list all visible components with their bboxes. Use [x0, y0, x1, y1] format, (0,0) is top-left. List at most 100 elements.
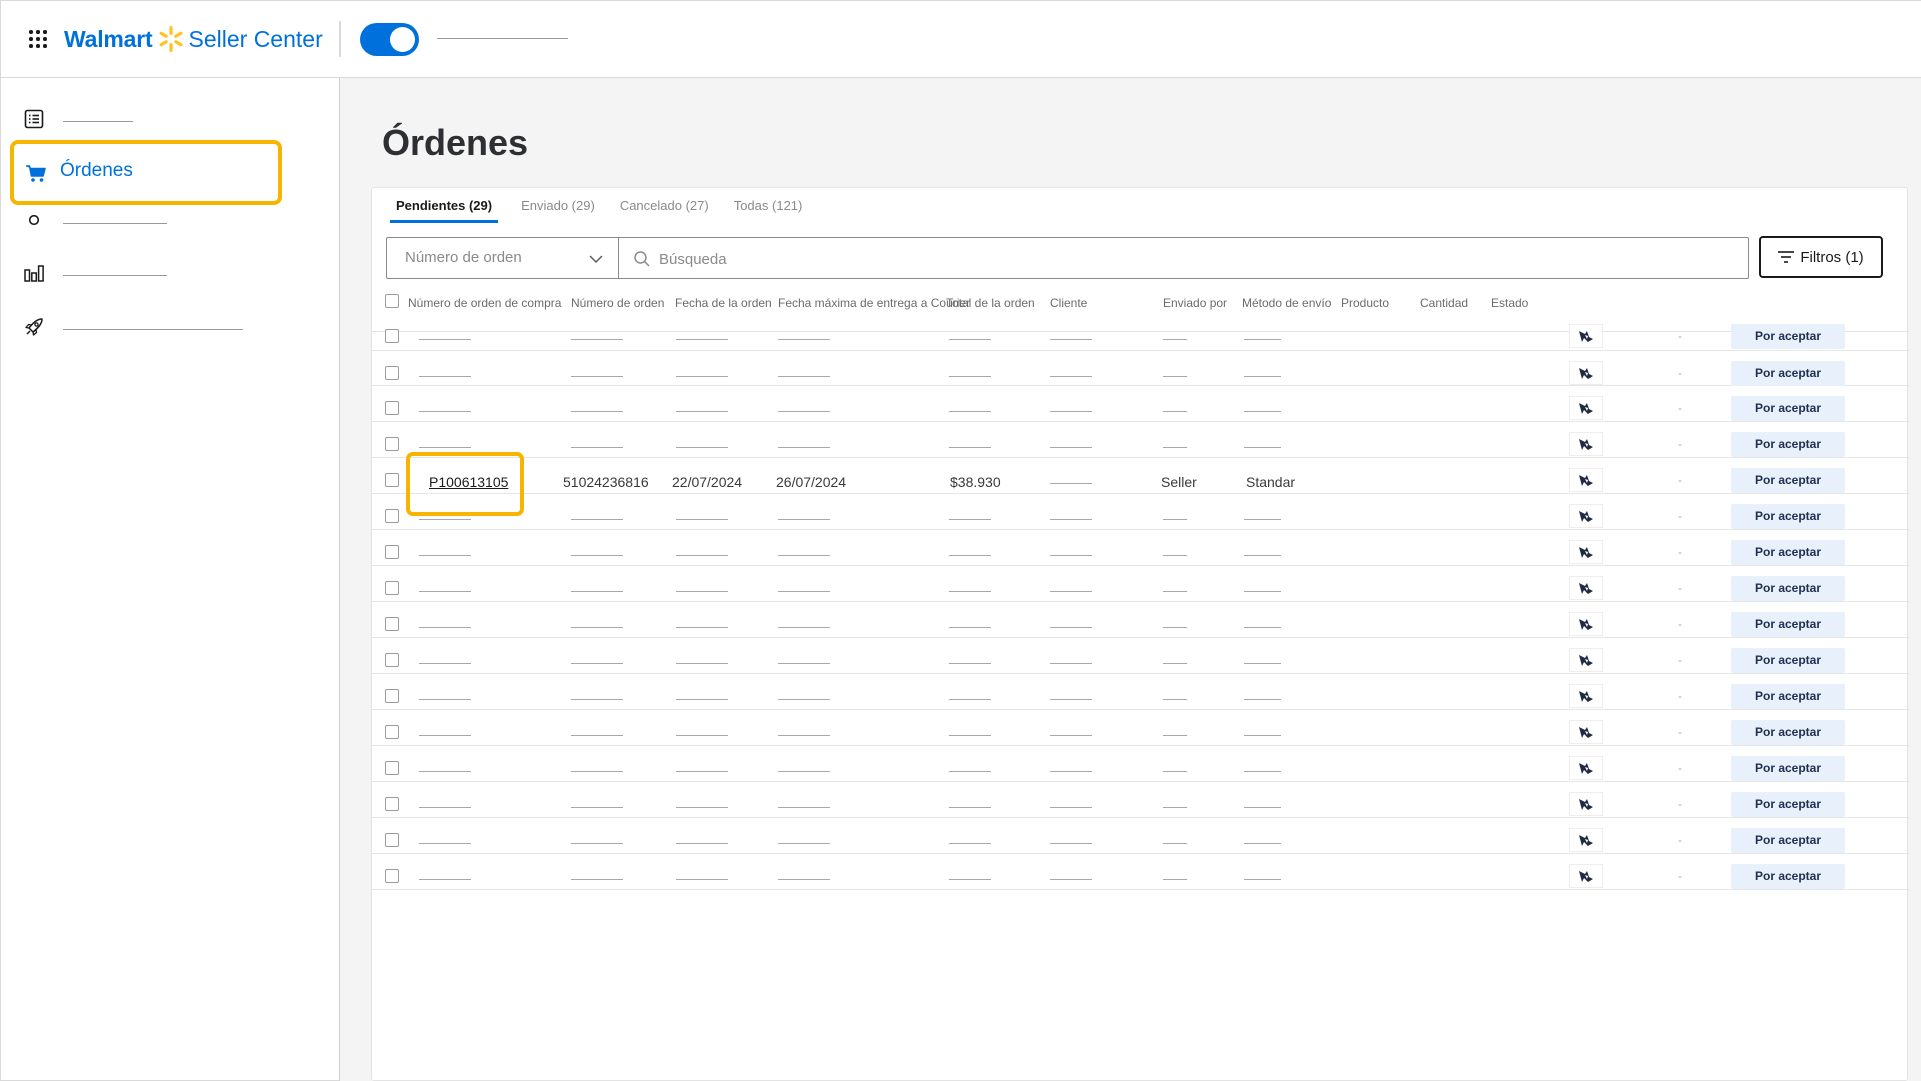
- product-thumbnail[interactable]: [1569, 864, 1603, 888]
- row-checkbox[interactable]: [385, 869, 399, 883]
- table-row[interactable]: - Por aceptar: [372, 351, 1909, 386]
- status-badge[interactable]: Por aceptar: [1731, 396, 1845, 421]
- cell-placeholder: [778, 663, 830, 664]
- product-image-icon: [1579, 511, 1593, 522]
- select-all-checkbox[interactable]: [385, 294, 399, 308]
- table-row[interactable]: - Por aceptar: [372, 566, 1909, 602]
- table-row[interactable]: - Por aceptar: [372, 746, 1909, 782]
- table-row[interactable]: - Por aceptar: [372, 422, 1909, 458]
- sidebar-item-ordenes[interactable]: Órdenes: [1, 149, 331, 195]
- product-thumbnail[interactable]: [1569, 828, 1603, 852]
- row-checkbox[interactable]: [385, 437, 399, 451]
- product-thumbnail[interactable]: [1569, 684, 1603, 708]
- row-checkbox[interactable]: [385, 509, 399, 523]
- table-row[interactable]: - Por aceptar: [372, 530, 1909, 566]
- filters-button[interactable]: Filtros (1): [1759, 236, 1883, 278]
- row-checkbox[interactable]: [385, 761, 399, 775]
- product-thumbnail[interactable]: [1569, 324, 1603, 348]
- sidebar-item-growth[interactable]: [1, 304, 331, 350]
- tab-enviado[interactable]: Enviado (29): [519, 198, 597, 223]
- product-thumbnail[interactable]: [1569, 432, 1603, 456]
- status-badge[interactable]: Por aceptar: [1731, 432, 1845, 457]
- tab-pendientes[interactable]: Pendientes (29): [390, 198, 499, 223]
- table-row[interactable]: - Por aceptar: [372, 602, 1909, 638]
- status-badge[interactable]: Por aceptar: [1731, 504, 1845, 529]
- brand-logo[interactable]: Walmart Seller Center: [64, 22, 323, 56]
- status-badge[interactable]: Por aceptar: [1731, 720, 1845, 745]
- po-number-link[interactable]: P100613105: [429, 474, 508, 490]
- row-checkbox[interactable]: [385, 617, 399, 631]
- brand-seller-center-text: Seller Center: [188, 25, 323, 52]
- product-thumbnail[interactable]: [1569, 504, 1603, 528]
- tab-todas[interactable]: Todas (121): [732, 198, 805, 223]
- column-header[interactable]: Cantidad: [1420, 296, 1468, 310]
- mode-toggle[interactable]: [360, 23, 419, 56]
- table-row[interactable]: - Por aceptar: [372, 710, 1909, 746]
- status-badge[interactable]: Por aceptar: [1731, 576, 1845, 601]
- product-thumbnail[interactable]: [1569, 540, 1603, 564]
- row-checkbox[interactable]: [385, 797, 399, 811]
- status-badge[interactable]: Por aceptar: [1731, 684, 1845, 709]
- search-input[interactable]: [659, 246, 1739, 272]
- column-header[interactable]: Producto: [1341, 296, 1389, 310]
- product-thumbnail[interactable]: [1569, 648, 1603, 672]
- table-row[interactable]: - Por aceptar: [372, 854, 1909, 890]
- table-row[interactable]: - Por aceptar: [372, 782, 1909, 818]
- column-header[interactable]: Estado: [1491, 296, 1528, 310]
- status-badge[interactable]: Por aceptar: [1731, 756, 1845, 781]
- status-badge[interactable]: Por aceptar: [1731, 864, 1845, 889]
- cell-placeholder: [949, 376, 991, 377]
- table-row[interactable]: - Por aceptar: [372, 638, 1909, 674]
- product-thumbnail[interactable]: [1569, 720, 1603, 744]
- column-header[interactable]: Total de la orden: [946, 296, 1035, 310]
- row-checkbox[interactable]: [385, 401, 399, 415]
- column-header[interactable]: Número de orden: [571, 296, 664, 310]
- table-row[interactable]: - Por aceptar: [372, 386, 1909, 422]
- status-badge[interactable]: Por aceptar: [1731, 540, 1845, 565]
- product-thumbnail[interactable]: [1569, 756, 1603, 780]
- product-thumbnail[interactable]: [1569, 361, 1603, 385]
- row-checkbox[interactable]: [385, 473, 399, 487]
- product-thumbnail[interactable]: [1569, 792, 1603, 816]
- status-badge[interactable]: Por aceptar: [1731, 361, 1845, 386]
- row-checkbox[interactable]: [385, 725, 399, 739]
- status-badge[interactable]: Por aceptar: [1731, 792, 1845, 817]
- table-row[interactable]: - Por aceptar: [372, 494, 1909, 530]
- column-header[interactable]: Fecha máxima de entrega a Courier: [778, 296, 970, 310]
- table-row[interactable]: - Por aceptar: [372, 314, 1909, 351]
- status-badge[interactable]: Por aceptar: [1731, 324, 1845, 349]
- product-thumbnail[interactable]: [1569, 576, 1603, 600]
- row-checkbox[interactable]: [385, 653, 399, 667]
- table-row[interactable]: - Por aceptar: [372, 818, 1909, 854]
- row-checkbox[interactable]: [385, 366, 399, 380]
- product-thumbnail[interactable]: [1569, 612, 1603, 636]
- sidebar-item-analytics[interactable]: [1, 250, 331, 296]
- row-checkbox[interactable]: [385, 581, 399, 595]
- row-checkbox[interactable]: [385, 833, 399, 847]
- cell-placeholder: [676, 591, 728, 592]
- table-row[interactable]: - Por aceptar: [372, 674, 1909, 710]
- cell-placeholder: [1163, 699, 1187, 700]
- column-header[interactable]: Método de envío: [1242, 296, 1331, 310]
- sidebar-item-circle[interactable]: [1, 198, 331, 244]
- status-badge[interactable]: Por aceptar: [1731, 612, 1845, 637]
- search-field-select[interactable]: Número de orden: [386, 237, 618, 279]
- column-header[interactable]: Cliente: [1050, 296, 1087, 310]
- status-badge[interactable]: Por aceptar: [1731, 648, 1845, 673]
- cell-placeholder: [419, 807, 471, 808]
- row-checkbox[interactable]: [385, 689, 399, 703]
- sidebar-item-list[interactable]: [1, 96, 331, 142]
- status-badge[interactable]: Por aceptar: [1731, 828, 1845, 853]
- status-badge[interactable]: Por aceptar: [1731, 468, 1845, 493]
- column-header[interactable]: Fecha de la orden: [675, 296, 772, 310]
- row-checkbox[interactable]: [385, 329, 399, 343]
- product-thumbnail[interactable]: [1569, 468, 1603, 492]
- max-delivery-date: 26/07/2024: [776, 474, 847, 490]
- tab-cancelado[interactable]: Cancelado (27): [618, 198, 711, 223]
- table-row[interactable]: P100613105 51024236816 22/07/2024 26/07/202…: [372, 452, 1909, 516]
- apps-grid-icon[interactable]: [29, 30, 49, 50]
- product-thumbnail[interactable]: [1569, 396, 1603, 420]
- column-header[interactable]: Número de orden de compra: [408, 296, 561, 310]
- row-checkbox[interactable]: [385, 545, 399, 559]
- column-header[interactable]: Enviado por: [1163, 296, 1227, 310]
